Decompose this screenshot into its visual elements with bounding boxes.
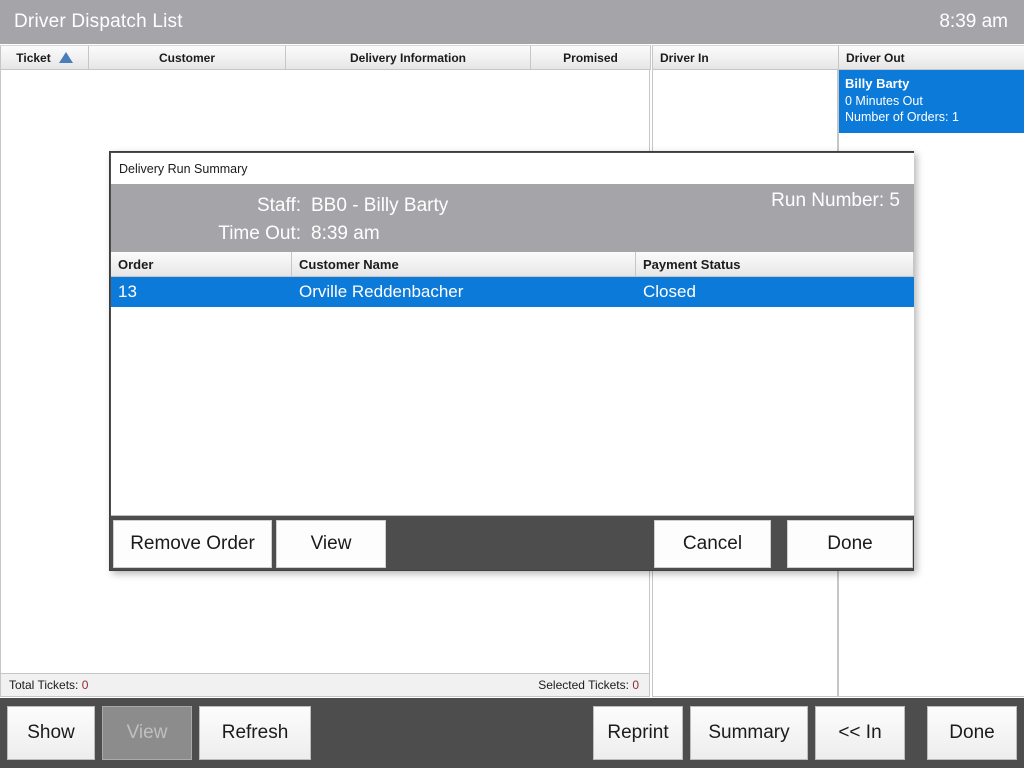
column-header-driver-out[interactable]: Driver Out [838, 45, 1024, 70]
driver-order-count-label: Number of Orders: 1 [845, 110, 959, 125]
table-row[interactable]: 13 Orville Reddenbacher Closed [111, 277, 914, 307]
summary-button[interactable]: Summary [690, 706, 808, 760]
column-header-driver-in-label: Driver In [660, 50, 709, 65]
dialog-title: Delivery Run Summary [119, 161, 248, 176]
total-tickets-status: Total Tickets: 0 [1, 678, 88, 692]
cell-order: 13 [111, 277, 292, 307]
column-header-delivery-information[interactable]: Delivery Information [285, 45, 531, 70]
column-header-promised[interactable]: Promised [530, 45, 651, 70]
column-header-customer[interactable]: Customer [88, 45, 286, 70]
page-title: Driver Dispatch List [14, 11, 183, 32]
in-button[interactable]: << In [815, 706, 905, 760]
selected-tickets-status: Selected Tickets: 0 [538, 678, 649, 692]
column-header-ticket-label: Ticket [16, 50, 51, 65]
clock-label: 8:39 am [939, 11, 1008, 32]
cancel-button[interactable]: Cancel [654, 520, 771, 568]
dialog-column-header-customer-name[interactable]: Customer Name [292, 252, 636, 277]
reprint-button[interactable]: Reprint [593, 706, 683, 760]
staff-value: BB0 - Billy Barty [311, 195, 449, 216]
dialog-done-button[interactable]: Done [787, 520, 913, 568]
view-button[interactable]: View [102, 706, 192, 760]
selected-tickets-label: Selected Tickets: [538, 678, 629, 692]
dialog-column-header-payment-status[interactable]: Payment Status [636, 252, 914, 277]
refresh-button[interactable]: Refresh [199, 706, 311, 760]
time-out-row: Time Out: 8:39 am [111, 220, 914, 248]
selected-tickets-value: 0 [632, 678, 639, 692]
dialog-order-grid[interactable]: Order Customer Name Payment Status 13 Or… [111, 252, 914, 516]
driver-minutes-out-label: 0 Minutes Out [845, 93, 923, 108]
footer-toolbar: Show View Refresh Reprint Summary << In … [0, 698, 1024, 768]
window-titlebar: Driver Dispatch List 8:39 am [0, 0, 1024, 44]
staff-label: Staff: [256, 195, 301, 216]
sort-ascending-triangle-icon [58, 52, 73, 63]
column-header-promised-label: Promised [563, 50, 618, 65]
column-header-driver-out-label: Driver Out [846, 50, 905, 65]
time-out-value: 8:39 am [311, 223, 380, 244]
cell-customer-name: Orville Reddenbacher [292, 277, 636, 307]
column-header-driver-in[interactable]: Driver In [652, 45, 839, 70]
dialog-view-button[interactable]: View [276, 520, 386, 568]
dialog-column-header-order[interactable]: Order [111, 252, 292, 277]
cell-payment-status: Closed [636, 277, 914, 307]
dialog-header-info: Staff: BB0 - Billy Barty Time Out: 8:39 … [111, 184, 914, 252]
delivery-run-summary-dialog: Delivery Run Summary Staff: BB0 - Billy … [109, 151, 914, 571]
total-tickets-value: 0 [81, 678, 89, 692]
remove-order-button[interactable]: Remove Order [113, 520, 272, 568]
ticket-grid-header: Ticket Customer Delivery Information Pro… [0, 45, 1024, 70]
column-header-customer-label: Customer [158, 50, 215, 65]
dialog-grid-header: Order Customer Name Payment Status [111, 252, 914, 277]
column-header-delivery-information-label: Delivery Information [349, 50, 467, 65]
status-bar: Total Tickets: 0 Selected Tickets: 0 [0, 674, 650, 697]
app-root: Driver Dispatch List 8:39 am Ticket Cust… [0, 0, 1024, 768]
time-out-label: Time Out: [218, 223, 301, 244]
column-header-ticket[interactable]: Ticket [0, 45, 89, 70]
driver-name-label: Billy Barty [845, 76, 910, 91]
run-number-label: Run Number: 5 [771, 190, 900, 211]
driver-out-card[interactable]: Billy Barty 0 Minutes Out Number of Orde… [839, 70, 1024, 134]
dialog-titlebar: Delivery Run Summary [111, 153, 914, 184]
dialog-button-bar: Remove Order View Cancel Done [111, 517, 914, 571]
show-button[interactable]: Show [7, 706, 95, 760]
done-button[interactable]: Done [927, 706, 1017, 760]
total-tickets-label: Total Tickets: [9, 678, 79, 692]
